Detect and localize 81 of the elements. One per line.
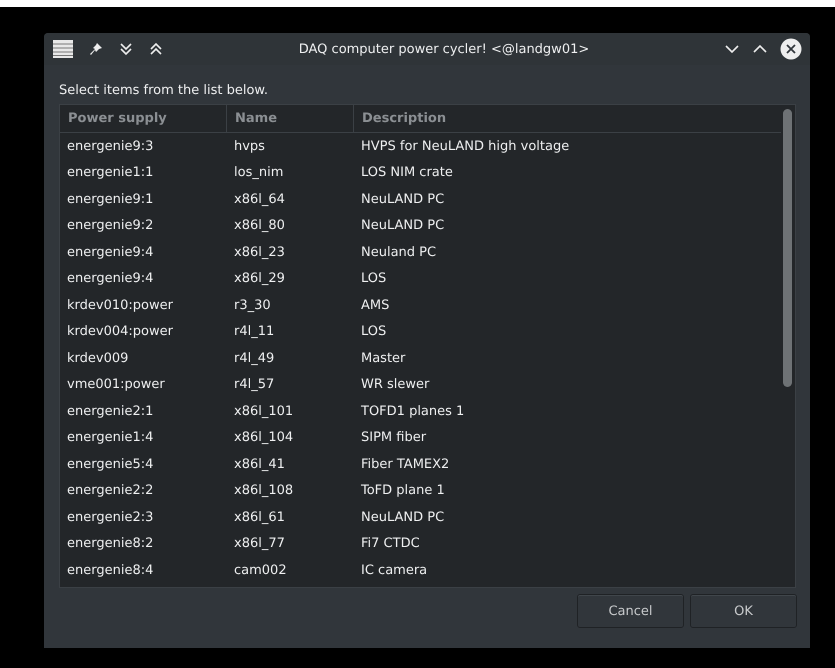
table-row[interactable]: energenie8:4 cam002 IC camera xyxy=(60,557,781,584)
menu-icon[interactable] xyxy=(52,39,74,59)
table-cell-text: energenie9:1 xyxy=(66,192,154,207)
table-row[interactable]: energenie1:1 los_nim LOS NIM crate xyxy=(60,160,781,186)
table-cell-text: x86l_104 xyxy=(233,430,294,446)
table-cell-text: energenie9:2 xyxy=(66,218,154,234)
table-cell-text: x86l_77 xyxy=(233,536,286,552)
table-row[interactable]: energenie9:2 x86l_80 NeuLAND PC xyxy=(60,212,781,239)
table-cell-text: r4l_11 xyxy=(233,324,276,340)
table-cell-text: energenie1:4 xyxy=(66,430,154,446)
table-cell-text: cam002 xyxy=(233,562,288,578)
table-cell-text: x86l_23 xyxy=(233,244,286,260)
dialog-button[interactable]: OK xyxy=(690,594,797,628)
table-row[interactable]: krdev010:power r3_30 AMS xyxy=(60,292,781,318)
table-cell-text: TOFD1 planes 1 xyxy=(360,404,466,419)
table-cell-text: NeuLAND PC xyxy=(360,218,446,234)
table-row[interactable]: vme001:power r4l_57 WR slewer xyxy=(60,372,781,398)
double-chevron-down-icon[interactable] xyxy=(118,41,134,57)
table-cell-text: x86l_41 xyxy=(233,456,286,472)
table-cell-text: hvps xyxy=(233,138,266,154)
table-cell-text: SIPM fiber xyxy=(360,430,428,446)
table-cell-text: LOS NIM crate xyxy=(360,165,454,180)
table-cell-text: vme001:power xyxy=(66,377,166,392)
table-row[interactable]: energenie2:1 x86l_101 TOFD1 planes 1 xyxy=(60,398,781,424)
table-cell-text: energenie9:3 xyxy=(66,138,154,154)
table-cell-text: energenie2:1 xyxy=(66,404,154,419)
column-header[interactable]: Name xyxy=(227,105,354,132)
table-cell-text: energenie9:4 xyxy=(66,271,154,286)
table-cell-text: HVPS for NeuLAND high voltage xyxy=(360,138,570,154)
table-cell-text: Master xyxy=(360,350,406,366)
table-cell-text: energenie2:3 xyxy=(66,510,154,525)
table-cell-text: energenie2:2 xyxy=(66,483,154,498)
scrollbar-thumb[interactable] xyxy=(783,109,792,387)
table-cell-text: energenie1:1 xyxy=(66,165,154,180)
table-cell-text: Neuland PC xyxy=(360,244,438,260)
table-row[interactable]: energenie1:4 x86l_104 SIPM fiber xyxy=(60,424,781,451)
table-cell-text: Fi7 CTDC xyxy=(360,536,421,552)
table-cell-text: NeuLAND PC xyxy=(360,510,446,525)
table-cell-text: energenie5:4 xyxy=(66,456,154,472)
table-cell-text: LOS xyxy=(360,324,388,340)
table-row[interactable]: energenie9:4 x86l_29 LOS xyxy=(60,266,781,292)
table-cell-text: NeuLAND PC xyxy=(360,192,446,207)
table-cell-text: ToFD plane 1 xyxy=(360,483,446,498)
table-cell-text: x86l_101 xyxy=(233,404,294,419)
table-cell-text: energenie8:4 xyxy=(66,562,154,578)
column-header[interactable]: Power supply xyxy=(60,105,227,132)
instruction-text: Select items from the list below. xyxy=(59,83,269,98)
table-cell-text: los_nim xyxy=(233,165,284,180)
column-header[interactable]: Description xyxy=(354,105,754,132)
table-row[interactable]: energenie9:3 hvps HVPS for NeuLAND high voltage xyxy=(60,133,781,160)
double-chevron-up-icon[interactable] xyxy=(148,41,164,57)
table-cell-text: x86l_29 xyxy=(233,271,286,286)
table-row[interactable]: krdev009 r4l_49 Master xyxy=(60,345,781,372)
table-row[interactable]: energenie2:3 x86l_61 NeuLAND PC xyxy=(60,504,781,530)
table-cell-text: krdev009 xyxy=(66,350,130,366)
table-row[interactable]: energenie9:4 x86l_23 Neuland PC xyxy=(60,239,781,266)
table-cell-text: Fiber TAMEX2 xyxy=(360,456,450,472)
table-cell-text: energenie8:2 xyxy=(66,536,154,552)
table-cell-text: r4l_49 xyxy=(233,350,276,366)
table-row[interactable]: energenie2:2 x86l_108 ToFD plane 1 xyxy=(60,478,781,504)
table-cell-text: LOS xyxy=(360,271,388,286)
dialog-button[interactable]: Cancel xyxy=(577,594,684,628)
window-title: DAQ computer power cycler! <@landgw01> xyxy=(298,42,590,56)
table-cell-text: WR slewer xyxy=(360,377,430,392)
table-cell-text: r4l_57 xyxy=(233,377,276,392)
close-icon[interactable] xyxy=(780,38,802,60)
table-cell-text: krdev010:power xyxy=(66,298,174,313)
table-cell-text: x86l_61 xyxy=(233,510,286,525)
table-cell-text: x86l_64 xyxy=(233,192,286,207)
table-row[interactable]: energenie9:1 x86l_64 NeuLAND PC xyxy=(60,186,781,212)
pin-icon[interactable] xyxy=(88,41,104,57)
table-cell-text: IC camera xyxy=(360,562,428,578)
table-row[interactable]: energenie5:4 x86l_41 Fiber TAMEX2 xyxy=(60,451,781,478)
table-cell-text: r3_30 xyxy=(233,298,272,313)
table-row[interactable]: krdev004:power r4l_11 LOS xyxy=(60,318,781,345)
table-cell-text: AMS xyxy=(360,298,390,313)
table-cell-text: x86l_108 xyxy=(233,483,294,498)
table-cell-text: krdev004:power xyxy=(66,324,174,340)
table-cell-text: x86l_80 xyxy=(233,218,286,234)
table-row[interactable]: energenie8:2 x86l_77 Fi7 CTDC xyxy=(60,530,781,557)
table-cell-text: energenie9:4 xyxy=(66,244,154,260)
